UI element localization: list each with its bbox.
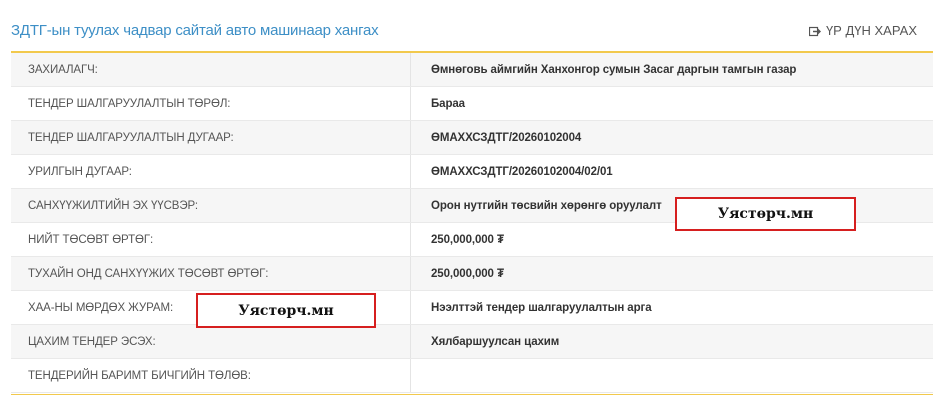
row-value: Хялбаршуулсан цахим [410, 324, 933, 359]
watermark-stamp: Уястөрч.мн [675, 197, 856, 231]
row-label: НИЙТ ТӨСӨВТ ӨРТӨГ: [11, 222, 411, 257]
table-row: ТУХАЙН ОНД САНХҮҮЖИХ ТӨСӨВТ ӨРТӨГ: 250,0… [11, 256, 933, 291]
external-link-icon [808, 25, 821, 37]
row-label: ТУХАЙН ОНД САНХҮҮЖИХ ТӨСӨВТ ӨРТӨГ: [11, 256, 411, 291]
table-row: УРИЛГЫН ДУГААР: ӨМАХХСЗДТГ/20260102004/0… [11, 154, 933, 189]
row-label: ТЕНДЕР ШАЛГАРУУЛАЛТЫН ТӨРӨЛ: [11, 86, 411, 121]
page-header: ЗДТГ-ын туулах чадвар сайтай авто машина… [0, 0, 949, 52]
table-bottom-rule [11, 394, 933, 395]
row-value: ӨМАХХСЗДТГ/20260102004 [410, 120, 933, 155]
table-row: ТЕНДЕРИЙН БАРИМТ БИЧГИЙН ТӨЛӨВ: [11, 358, 933, 393]
table-row: ТЕНДЕР ШАЛГАРУУЛАЛТЫН ДУГААР: ӨМАХХСЗДТГ… [11, 120, 933, 155]
table-row: ТЕНДЕР ШАЛГАРУУЛАЛТЫН ТӨРӨЛ: Бараа [11, 86, 933, 121]
row-label: ТЕНДЕР ШАЛГАРУУЛАЛТЫН ДУГААР: [11, 120, 411, 155]
view-results-link[interactable]: ҮР ДҮН ХАРАХ [808, 23, 917, 38]
row-value: Өмнөговь аймгийн Ханхонгор сумын Засаг д… [410, 53, 933, 87]
table-row: ХАА-НЫ МӨРДӨХ ЖУРАМ: Нээлттэй тендер шал… [11, 290, 933, 325]
row-value [410, 358, 933, 393]
row-value: Нээлттэй тендер шалгаруулалтын арга [410, 290, 933, 325]
row-label: ЦАХИМ ТЕНДЕР ЭСЭХ: [11, 324, 411, 359]
page-title: ЗДТГ-ын туулах чадвар сайтай авто машина… [11, 22, 379, 39]
row-label: САНХҮҮЖИЛТИЙН ЭХ ҮҮСВЭР: [11, 188, 411, 223]
row-value: ӨМАХХСЗДТГ/20260102004/02/01 [410, 154, 933, 189]
view-results-label: ҮР ДҮН ХАРАХ [825, 23, 917, 38]
table-row: ЦАХИМ ТЕНДЕР ЭСЭХ: Хялбаршуулсан цахим [11, 324, 933, 359]
row-value: 250,000,000 ₮ [410, 256, 933, 291]
row-value: Бараа [410, 86, 933, 121]
row-label: УРИЛГЫН ДУГААР: [11, 154, 411, 189]
table-row: ЗАХИАЛАГЧ: Өмнөговь аймгийн Ханхонгор су… [11, 53, 933, 87]
row-label: ЗАХИАЛАГЧ: [11, 53, 411, 87]
watermark-stamp: Уястөрч.мн [196, 293, 376, 328]
row-label: ТЕНДЕРИЙН БАРИМТ БИЧГИЙН ТӨЛӨВ: [11, 358, 411, 393]
